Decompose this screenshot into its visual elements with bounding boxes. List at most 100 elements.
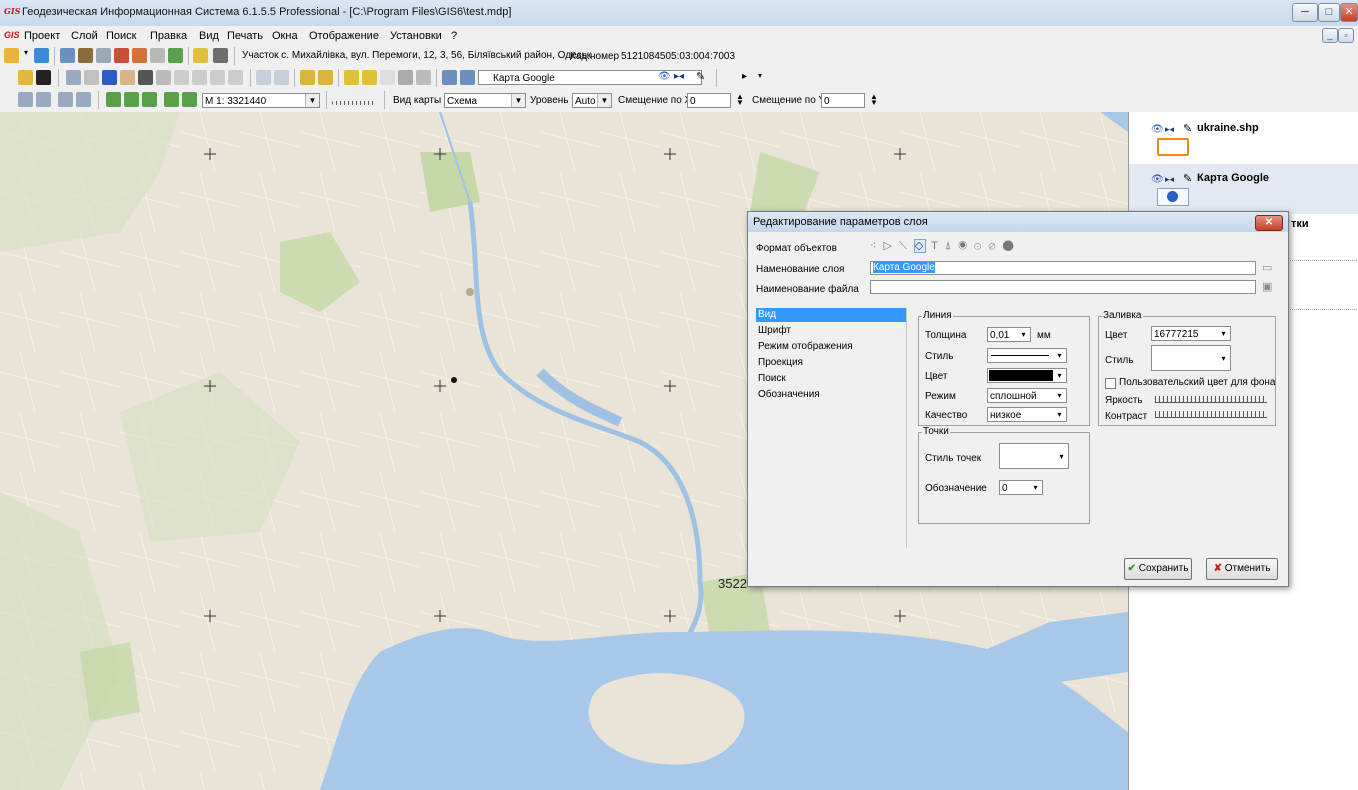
play-icon[interactable]: ▸ [742,71,747,82]
import-icon[interactable] [300,70,315,85]
polyline-format-icon[interactable]: ⟍ [899,240,909,252]
menu-search[interactable]: Поиск [106,30,136,42]
dropdown-arrow-icon[interactable]: ▾ [758,71,762,80]
tab-symbols[interactable]: Обозначения [756,388,906,402]
report2-icon[interactable] [362,70,377,85]
menu-view[interactable]: Вид [199,30,219,42]
zoom-out-icon[interactable] [36,92,51,107]
nav-back-icon[interactable] [106,92,121,107]
forbidden-format-icon[interactable]: ⊘ [988,240,997,252]
save-button[interactable]: ✔ Сохранить [1124,558,1192,580]
chevron-down-icon[interactable]: ▾ [1053,408,1066,421]
eye-icon[interactable]: 👁 [1151,174,1164,185]
line-style-select[interactable]: ▾ [987,348,1067,363]
save-file-icon[interactable]: ▣ [1262,280,1272,293]
help-icon[interactable] [193,48,208,63]
chevron-down-icon[interactable]: ▼ [305,94,319,107]
line-mode-select[interactable]: сплошной ▾ [987,388,1067,403]
save-icon[interactable] [36,70,51,85]
close-window-button[interactable]: ✕ [1340,3,1358,22]
table-icon[interactable] [60,48,75,63]
points-format-icon[interactable]: ⁖ [870,240,878,252]
eye-icon[interactable]: 👁 [1151,124,1164,135]
draw-line-icon[interactable] [174,70,189,85]
eye-icon[interactable]: 👁 [658,71,671,82]
custom-bg-checkbox[interactable] [1105,378,1116,389]
dialog-close-button[interactable]: ✕ [1255,215,1283,231]
polygon-format-icon[interactable]: ▷ [884,240,894,252]
edit-icon[interactable] [168,48,183,63]
window-icon[interactable] [416,70,431,85]
tab-display-mode[interactable]: Режим отображения [756,340,906,354]
menu-layer[interactable]: Слой [71,30,98,42]
dropdown-arrow-icon[interactable]: ▾ [24,48,32,63]
visibility-arrow-icon[interactable]: ▸◂ [1165,124,1174,135]
draw-curve-icon[interactable] [192,70,207,85]
pencil-icon[interactable]: ✎ [696,70,705,83]
layers-icon[interactable] [114,48,129,63]
chevron-down-icon[interactable]: ▼ [597,94,611,107]
menu-windows[interactable]: Окна [272,30,298,42]
pan-hand-icon[interactable] [120,70,135,85]
print-icon[interactable] [213,48,228,63]
tab-projection[interactable]: Проекция [756,356,906,370]
mdi-restore-button[interactable]: ▫ [1338,28,1354,43]
zoom-in-icon[interactable] [18,92,33,107]
tab-search[interactable]: Поиск [756,372,906,386]
line-color-select[interactable]: ▾ [987,368,1067,383]
brightness-slider[interactable] [1155,396,1267,403]
chevron-down-icon[interactable]: ▾ [1053,349,1066,362]
visibility-arrow-icon[interactable]: ▸◂ [674,71,684,82]
nav-fit-icon[interactable] [182,92,197,107]
new-project-icon[interactable] [4,48,19,63]
grid-icon[interactable] [442,70,457,85]
chevron-down-icon[interactable]: ▾ [1029,481,1042,494]
redo-icon[interactable] [274,70,289,85]
offset-y-spinner[interactable]: ▲ ▼ [870,93,878,107]
save-project-icon[interactable] [34,48,49,63]
draw-arc-icon[interactable] [210,70,225,85]
layer-item[interactable]: 👁 ▸◂ ✎ ukraine.shp [1129,112,1358,164]
nav-forward-icon[interactable] [124,92,139,107]
chevron-down-icon[interactable]: ▾ [1217,327,1230,340]
chevron-down-icon[interactable]: ▾ [1055,450,1068,463]
draw-polygon-icon[interactable] [228,70,243,85]
zoom-extent-icon[interactable] [58,92,73,107]
layer-item-selected[interactable]: 👁 ▸◂ ✎ Карта Google [1129,164,1358,214]
quality-select[interactable]: низкое ▾ [987,407,1067,422]
menu-settings[interactable]: Установки [390,30,442,42]
chevron-down-icon[interactable]: ▾ [1017,328,1030,341]
fill-color-select[interactable]: 16777215 ▾ [1151,326,1231,341]
fill-style-select[interactable]: ▾ [1151,345,1231,371]
offset-x-spinner[interactable]: ▲ ▼ [736,93,744,107]
report-icon[interactable] [344,70,359,85]
level-select[interactable]: Auto ▼ [572,93,612,108]
document-icon[interactable] [96,48,111,63]
pencil-icon[interactable]: ✎ [1183,172,1192,185]
menu-project[interactable]: Проект [24,30,60,42]
zoom-rect-icon[interactable] [66,70,81,85]
chevron-down-icon[interactable]: ▾ [1217,352,1230,365]
offset-y-input[interactable]: 0 [821,93,865,108]
point-style-select[interactable]: ▾ [999,443,1069,469]
layer-name-input[interactable]: Карта Google [870,261,1256,275]
tab-view[interactable]: Вид [756,308,906,322]
contrast-slider[interactable] [1155,411,1267,418]
open-folder-icon[interactable] [18,70,33,85]
nav-home-icon[interactable] [164,92,179,107]
export-icon[interactable] [318,70,333,85]
info-icon[interactable] [102,70,117,85]
point-symbol-select[interactable]: 0 ▾ [999,480,1043,495]
line-format-icon[interactable]: ◇ [913,239,927,253]
maximize-button[interactable]: □ [1318,3,1340,22]
text-format-icon[interactable]: T [931,240,940,252]
marker-format-icon[interactable]: ⬤ [1003,240,1016,252]
file-name-input[interactable] [870,280,1256,294]
pencil-icon[interactable]: ✎ [1183,122,1192,135]
visibility-arrow-icon[interactable]: ▸◂ [1165,174,1174,185]
menu-display[interactable]: Отображение [309,30,379,42]
chevron-down-icon[interactable]: ▾ [1053,369,1066,382]
paint-icon[interactable] [132,48,147,63]
offset-x-input[interactable]: 0 [687,93,731,108]
circle-format-icon[interactable]: ⊙ [974,240,983,252]
